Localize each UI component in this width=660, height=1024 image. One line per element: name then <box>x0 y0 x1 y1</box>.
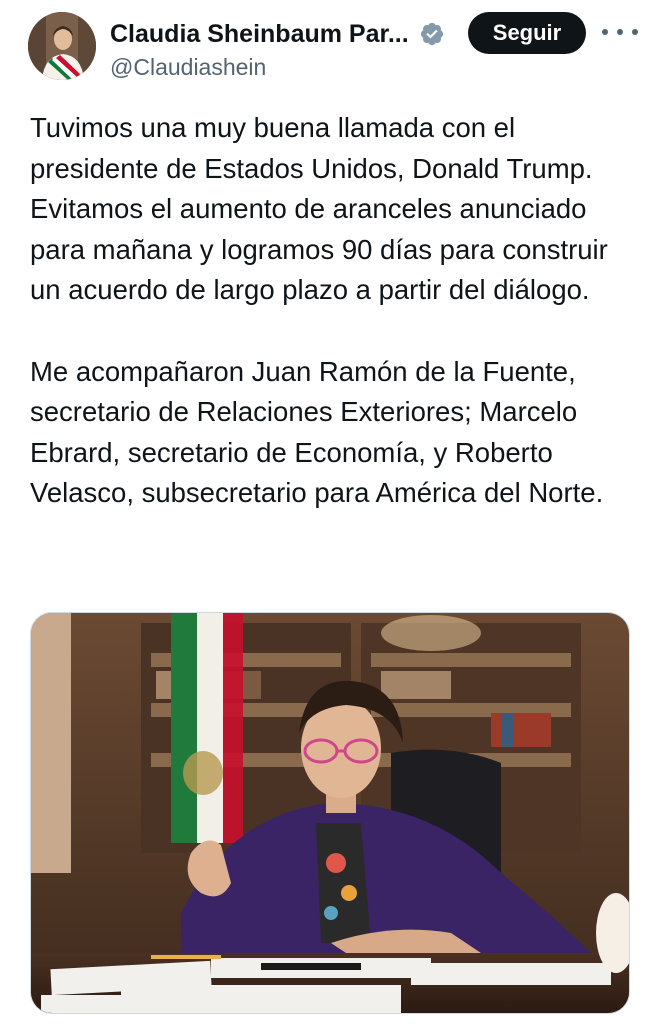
photo-image <box>31 613 629 1013</box>
follow-button[interactable]: Seguir <box>468 12 586 54</box>
more-options-icon[interactable] <box>602 20 638 44</box>
tweet-paragraph: Tuvimos una muy buena llamada con el pre… <box>30 112 608 306</box>
tweet-photo[interactable] <box>30 612 630 1014</box>
handle[interactable]: @Claudiashein <box>110 54 470 81</box>
display-name-row: Claudia Sheinbaum Par... <box>110 16 470 52</box>
author-names: Claudia Sheinbaum Par... @Claudiashein <box>110 16 470 81</box>
more-dot <box>632 29 638 35</box>
display-name[interactable]: Claudia Sheinbaum Par... <box>110 20 409 49</box>
tweet: Claudia Sheinbaum Par... @Claudiashein S… <box>0 0 660 1024</box>
tweet-text: Tuvimos una muy buena llamada con el pre… <box>30 108 630 514</box>
verified-badge-icon[interactable] <box>419 21 445 47</box>
more-dot <box>617 29 623 35</box>
more-dot <box>602 29 608 35</box>
tweet-header: Claudia Sheinbaum Par... @Claudiashein S… <box>28 10 640 90</box>
tweet-paragraph: Me acompañaron Juan Ramón de la Fuente, … <box>30 355 604 509</box>
avatar-image <box>28 12 96 80</box>
avatar[interactable] <box>28 12 96 80</box>
